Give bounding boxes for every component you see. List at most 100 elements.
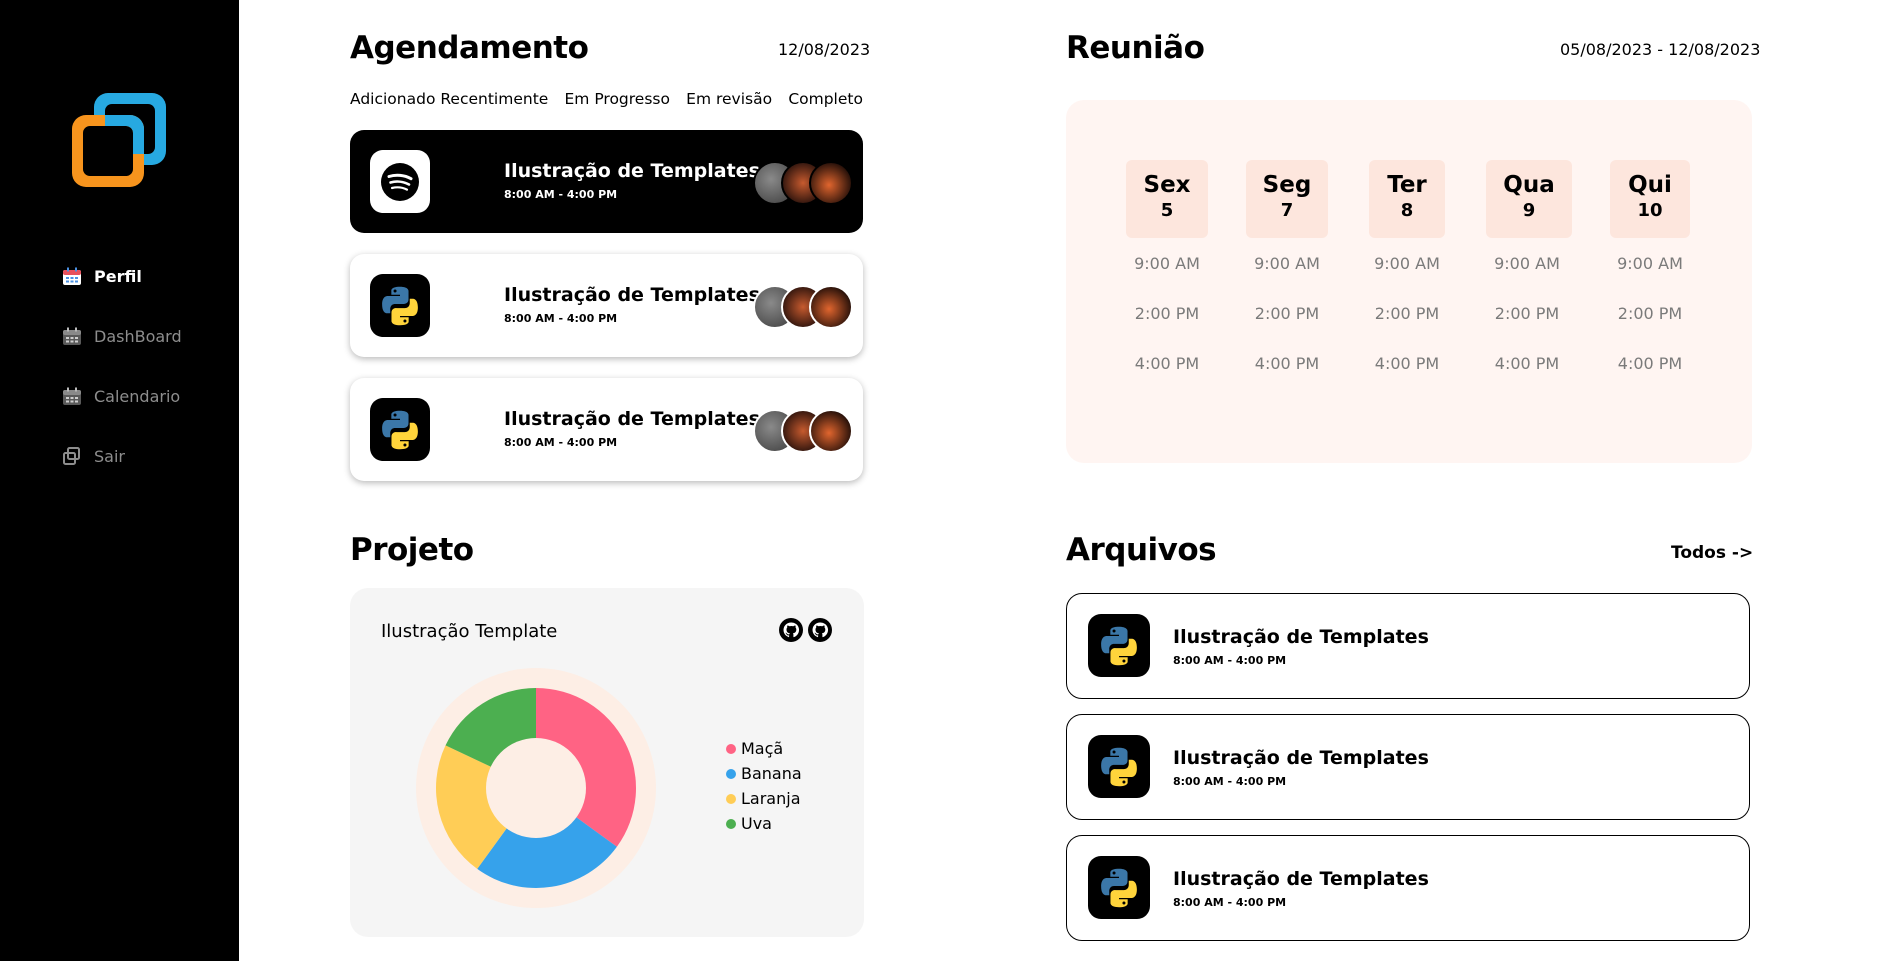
day-header[interactable]: Ter 8	[1369, 160, 1445, 238]
tab-completo[interactable]: Completo	[788, 90, 863, 108]
python-icon	[1088, 614, 1150, 677]
time-slot[interactable]: 4:00 PM	[1126, 354, 1208, 388]
day-column: Qui 10 9:00 AM 2:00 PM 4:00 PM	[1609, 160, 1691, 388]
tab-em-progresso[interactable]: Em Progresso	[565, 90, 670, 108]
time-slot[interactable]: 9:00 AM	[1126, 254, 1208, 288]
legend-item[interactable]: Laranja	[726, 786, 802, 811]
sidebar-item-sair[interactable]: Sair	[62, 442, 182, 470]
time-slot[interactable]: 9:00 AM	[1609, 254, 1691, 288]
legend-label: Maçã	[741, 739, 784, 758]
agendamento-title: Agendamento	[350, 30, 589, 66]
legend-item[interactable]: Banana	[726, 761, 802, 786]
project-card-title: Ilustração Template	[381, 621, 558, 642]
day-name: Ter	[1387, 172, 1427, 198]
task-title: Ilustração de Templates	[504, 284, 760, 306]
task-title: Ilustração de Templates	[504, 160, 760, 182]
github-icon[interactable]	[808, 618, 832, 642]
reuniao-date-range: 05/08/2023 - 12/08/2023	[1560, 40, 1761, 59]
calendar-icon	[63, 327, 81, 345]
projeto-title: Projeto	[350, 532, 474, 568]
legend-label: Laranja	[741, 789, 801, 808]
time-slot[interactable]: 2:00 PM	[1126, 304, 1208, 338]
time-slot[interactable]: 9:00 AM	[1246, 254, 1328, 288]
agendamento-date: 12/08/2023	[778, 40, 871, 59]
spotify-icon	[370, 150, 430, 213]
calendar-icon	[63, 387, 81, 405]
file-time: 8:00 AM - 4:00 PM	[1173, 654, 1287, 667]
sidebar-item-perfil[interactable]: Perfil	[62, 262, 182, 290]
avatar	[809, 161, 853, 205]
file-card[interactable]: Ilustração de Templates 8:00 AM - 4:00 P…	[1066, 714, 1750, 820]
arquivos-title: Arquivos	[1066, 532, 1217, 568]
task-card[interactable]: Ilustração de Templates 8:00 AM - 4:00 P…	[350, 254, 863, 357]
day-header[interactable]: Qui 10	[1610, 160, 1690, 238]
calendar-icon	[63, 267, 81, 285]
time-slot[interactable]: 2:00 PM	[1366, 304, 1448, 338]
sidebar-item-label: Calendario	[94, 386, 181, 406]
sidebar-nav: Perfil DashBoard Calendario Sair	[62, 262, 182, 502]
python-icon	[1088, 735, 1150, 798]
time-slot[interactable]: 9:00 AM	[1486, 254, 1568, 288]
day-number: 9	[1522, 200, 1536, 221]
task-title: Ilustração de Templates	[504, 408, 760, 430]
legend-swatch	[726, 768, 736, 779]
legend-item[interactable]: Maçã	[726, 736, 802, 761]
task-time: 8:00 AM - 4:00 PM	[504, 312, 618, 325]
time-slot[interactable]: 2:00 PM	[1609, 304, 1691, 338]
sidebar-item-label: Perfil	[94, 266, 142, 286]
file-card[interactable]: Ilustração de Templates 8:00 AM - 4:00 P…	[1066, 593, 1750, 699]
avatar-group	[753, 285, 857, 329]
legend-label: Banana	[741, 764, 802, 783]
window-icon	[63, 447, 80, 465]
time-slot[interactable]: 9:00 AM	[1366, 254, 1448, 288]
donut-chart	[416, 668, 656, 908]
legend-label: Uva	[741, 814, 772, 833]
legend-swatch	[726, 793, 736, 804]
sidebar-item-calendario[interactable]: Calendario	[62, 382, 182, 410]
legend-swatch	[726, 743, 736, 754]
task-card[interactable]: Ilustração de Templates 8:00 AM - 4:00 P…	[350, 130, 863, 233]
view-all-link[interactable]: Todos ->	[1671, 543, 1753, 563]
time-slot[interactable]: 2:00 PM	[1246, 304, 1328, 338]
day-header[interactable]: Seg 7	[1246, 160, 1328, 238]
tab-adicionado[interactable]: Adicionado Recentimente	[350, 90, 548, 108]
avatar-group	[753, 161, 857, 205]
legend-swatch	[726, 818, 736, 829]
avatar	[809, 285, 853, 329]
avatar-group	[753, 409, 857, 453]
python-icon	[370, 274, 430, 337]
sidebar: Perfil DashBoard Calendario Sair	[0, 0, 239, 961]
chart-legend: Maçã Banana Laranja Uva	[726, 736, 802, 836]
time-slot[interactable]: 4:00 PM	[1366, 354, 1448, 388]
agendamento-tabs: Adicionado Recentimente Em Progresso Em …	[350, 90, 863, 108]
day-number: 8	[1400, 200, 1414, 221]
day-header[interactable]: Sex 5	[1126, 160, 1208, 238]
time-slot[interactable]: 2:00 PM	[1486, 304, 1568, 338]
time-slot[interactable]: 4:00 PM	[1609, 354, 1691, 388]
github-icon[interactable]	[779, 618, 803, 642]
time-slot[interactable]: 4:00 PM	[1246, 354, 1328, 388]
task-card[interactable]: Ilustração de Templates 8:00 AM - 4:00 P…	[350, 378, 863, 481]
sidebar-item-label: DashBoard	[94, 326, 182, 346]
tab-em-revisao[interactable]: Em revisão	[686, 90, 772, 108]
time-slot[interactable]: 4:00 PM	[1486, 354, 1568, 388]
sidebar-item-dashboard[interactable]: DashBoard	[62, 322, 182, 350]
day-column: Qua 9 9:00 AM 2:00 PM 4:00 PM	[1486, 160, 1572, 388]
file-title: Ilustração de Templates	[1173, 747, 1429, 769]
meeting-schedule: Sex 5 9:00 AM 2:00 PM 4:00 PM Seg 7 9:00…	[1066, 100, 1752, 463]
day-number: 10	[1637, 200, 1663, 221]
task-time: 8:00 AM - 4:00 PM	[504, 436, 618, 449]
file-card[interactable]: Ilustração de Templates 8:00 AM - 4:00 P…	[1066, 835, 1750, 941]
day-header[interactable]: Qua 9	[1486, 160, 1572, 238]
day-name: Qua	[1503, 172, 1555, 198]
avatar	[809, 409, 853, 453]
day-column: Seg 7 9:00 AM 2:00 PM 4:00 PM	[1246, 160, 1328, 388]
python-icon	[1088, 856, 1150, 919]
sidebar-item-label: Sair	[94, 446, 125, 466]
legend-item[interactable]: Uva	[726, 811, 802, 836]
day-name: Sex	[1143, 172, 1191, 198]
python-icon	[370, 398, 430, 461]
day-name: Seg	[1262, 172, 1312, 198]
file-title: Ilustração de Templates	[1173, 626, 1429, 648]
chart-hole	[486, 738, 586, 838]
